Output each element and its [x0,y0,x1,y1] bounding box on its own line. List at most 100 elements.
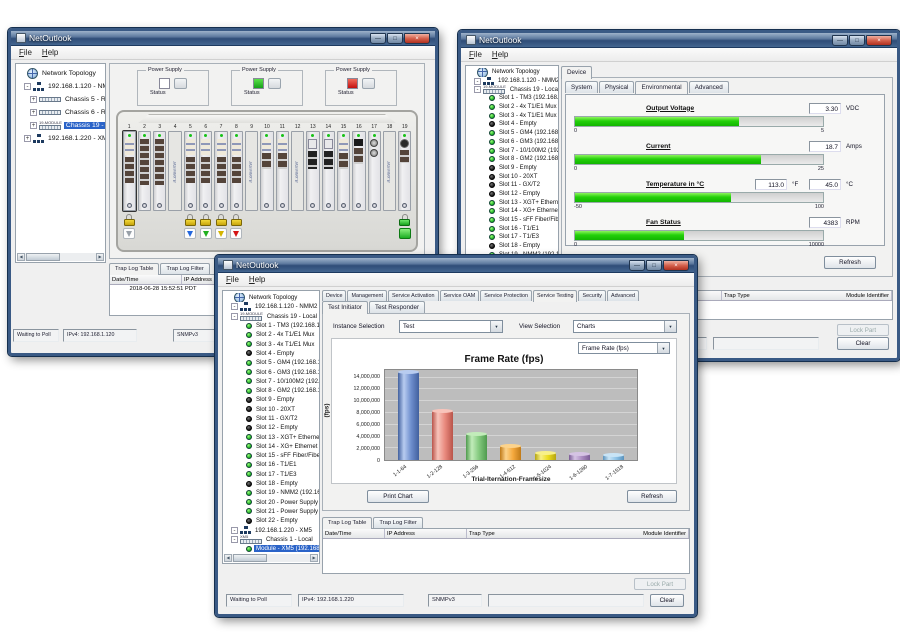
module-tab[interactable]: Service Testing [533,290,577,302]
chassis-slot[interactable]: 19 iConverter [398,124,412,244]
tree-item[interactable]: Slot 22 - Empty [224,516,319,525]
tree-item[interactable]: Slot 1 - TM3 (192.168.1.22 [224,321,319,330]
window-control-button[interactable]: — [832,35,848,46]
chassis-slot[interactable]: 16 iConverter [352,124,366,244]
tree-item[interactable]: Slot 2 - 4x T1/E1 Mux [224,330,319,339]
tree-item[interactable]: Slot 1 - TM3 (192.168.1.22 [467,94,558,103]
tree-item[interactable]: + 19-MODULE Chassis 19 - Local [17,119,105,132]
window-control-button[interactable]: × [866,35,892,46]
chassis-slot[interactable]: 14 iConverter [321,124,335,244]
chassis-slot[interactable]: 15 iConverter [336,124,350,244]
topology-tree[interactable]: Network Topology - 192.168.1.120 - NMM2 … [15,63,106,263]
tree-item[interactable]: - 192.168.1.120 - NMM2 [17,80,105,93]
tree-expander[interactable]: + [24,135,31,142]
module-card[interactable]: iConverter [352,131,365,211]
tree-item[interactable]: Slot 12 - Empty [224,423,319,432]
tree-item[interactable]: Slot 15 - sFF Fiber/Fiber [224,451,319,460]
chevron-down-icon[interactable] [664,321,676,332]
tree-item[interactable]: + 192.168.1.220 - XM5 [17,132,105,145]
module-card[interactable]: iConverter [168,131,181,211]
window-control-button[interactable]: □ [387,33,403,44]
clear-button[interactable]: Clear [650,594,684,607]
test-sub-tab[interactable]: Test Initiator [322,301,368,314]
tree-item[interactable]: - 192.168.1.220 - XM5 [224,525,319,534]
tree-expander[interactable]: - [231,313,238,320]
module-card[interactable]: iConverter [245,131,258,211]
menu-item[interactable]: Help [37,48,63,57]
table-column-header[interactable]: Trap Type [722,291,844,300]
trap-log-tab[interactable]: Trap Log Filter [373,517,422,528]
window-control-button[interactable]: × [404,33,430,44]
tree-item[interactable]: Slot 8 - GM2 (192.168.1.20 [224,386,319,395]
table-column-header[interactable]: Date/Time [110,275,182,284]
tree-item[interactable]: - XM5 Chassis 1 - Local [224,535,319,544]
tree-horizontal-scrollbar[interactable] [224,554,318,562]
title-bar[interactable]: NetOutlook —□× [11,31,435,46]
menu-item[interactable]: File [221,275,244,284]
window-control-button[interactable]: □ [849,35,865,46]
menu-item[interactable]: File [14,48,37,57]
lock-icon[interactable] [399,214,410,226]
tree-expander[interactable]: - [231,527,238,534]
chassis-slot[interactable]: 11 iConverter [275,124,289,244]
power-supply-detail-button[interactable] [174,78,187,89]
module-card[interactable]: iConverter [383,131,396,211]
slot-action-arrow-icon[interactable] [200,228,212,239]
module-card[interactable]: iConverter [184,131,197,211]
device-sub-tab[interactable]: System [565,81,598,93]
chassis-slot[interactable]: 18 iConverter [382,124,396,244]
tree-item[interactable]: Module - XM5 (192.168.1.2 [224,544,319,553]
menu-item[interactable]: Help [487,50,513,59]
tree-item[interactable]: + Chassis 6 - Remote [17,106,105,119]
tree-item[interactable]: Slot 4 - Empty [467,120,558,129]
window-control-button[interactable]: — [370,33,386,44]
tree-item[interactable]: Slot 13 - XGT+ Ethernet [224,432,319,441]
tree-item[interactable]: - 192.168.1.120 - NMM2 [467,77,558,86]
module-card[interactable]: iConverter [230,131,243,211]
trap-log-tab[interactable]: Trap Log Table [109,263,159,275]
tree-item[interactable]: Slot 7 - 10/100M2 (192.168 [224,377,319,386]
title-bar[interactable]: NetOutlook —□× [461,33,897,48]
tree-item[interactable]: Slot 11 - GX/T2 [224,414,319,423]
module-card[interactable]: iConverter [276,131,289,211]
power-supply-detail-button[interactable] [362,78,375,89]
chassis-slot[interactable]: 7 iConverter [214,124,228,244]
lock-icon[interactable] [231,214,242,226]
tree-item[interactable]: Slot 9 - Empty [467,164,558,173]
tree-item[interactable]: Slot 3 - 4x T1/E1 Mux [224,339,319,348]
chassis-slot[interactable]: 8 iConverter [229,124,243,244]
chassis-slot[interactable]: 9 iConverter [245,124,259,244]
slot-action-arrow-icon[interactable] [215,228,227,239]
chassis-slot[interactable]: 12 iConverter [290,124,304,244]
topology-tree[interactable]: Network Topology - 192.168.1.120 - NMM2 … [465,65,559,277]
tree-expander[interactable]: - [231,303,238,310]
module-card[interactable]: iConverter [214,131,227,211]
scroll-left-icon[interactable] [17,253,25,261]
chassis-slot[interactable]: 5 iConverter [183,124,197,244]
tree-item[interactable]: Slot 14 - XG+ Ethernet [467,207,558,216]
tree-item[interactable]: Slot 4 - Empty [224,349,319,358]
topology-tree[interactable]: Network Topology - 192.168.1.120 - NMM2 … [222,290,320,564]
table-column-header[interactable]: Module Identifier [844,291,892,300]
module-card[interactable]: iConverter [291,131,304,211]
module-tab[interactable]: Device [322,290,346,301]
refresh-button[interactable]: Refresh [824,256,876,269]
tab-device[interactable]: Device [561,66,592,79]
chevron-down-icon[interactable] [657,343,669,353]
scroll-left-icon[interactable] [224,554,232,562]
tree-item[interactable]: Slot 17 - T1/E3 [224,470,319,479]
tree-item[interactable]: Slot 8 - GM2 (192.168.1.20 [467,155,558,164]
table-column-header[interactable]: IP Address [385,529,467,538]
window-control-button[interactable]: × [663,260,689,271]
menu-item[interactable]: File [464,50,487,59]
tree-item[interactable]: Slot 18 - Empty [467,242,558,251]
device-sub-tab[interactable]: Advanced [689,81,729,93]
tree-item[interactable]: Slot 12 - Empty [467,190,558,199]
tree-expander[interactable]: - [474,86,481,93]
tree-item[interactable]: Slot 6 - GM3 (192.168.1.19 [467,138,558,147]
tree-item[interactable]: Slot 18 - Empty [224,479,319,488]
tree-item[interactable]: Slot 16 - T1/E1 [467,224,558,233]
lock-icon[interactable] [200,214,211,226]
tree-item[interactable]: Slot 9 - Empty [224,395,319,404]
tree-item[interactable]: Network Topology [17,67,105,80]
